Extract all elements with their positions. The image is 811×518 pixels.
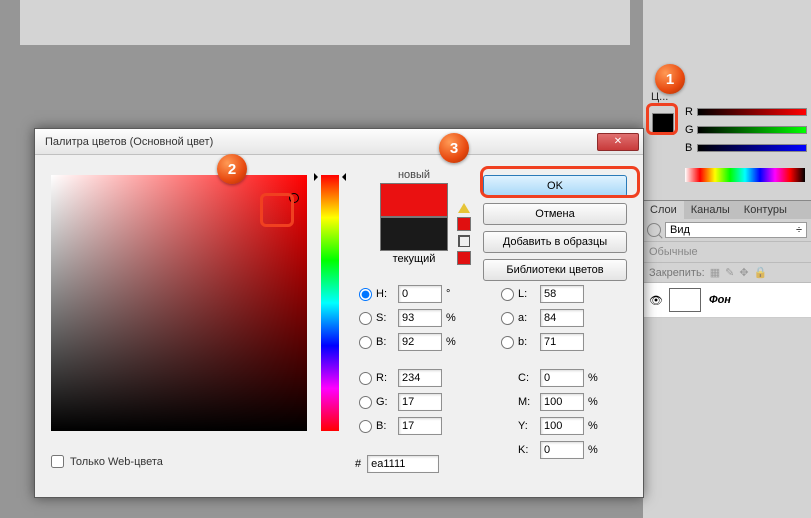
label-m: M:: [518, 396, 536, 408]
label-current: текущий: [359, 253, 469, 265]
slider-g[interactable]: [697, 126, 807, 134]
input-l[interactable]: [540, 285, 584, 303]
input-bv[interactable]: [398, 333, 442, 351]
right-panels: Ц... R G B Слои Каналы Контуры Вид ÷ Обыч…: [643, 0, 811, 518]
input-b[interactable]: [398, 417, 442, 435]
layer-thumb: [669, 288, 701, 312]
lock-brush-icon[interactable]: ✎: [725, 266, 734, 279]
filter-dropdown[interactable]: Вид ÷: [665, 222, 807, 238]
spectrum-strip[interactable]: [685, 168, 805, 182]
unit-s: %: [446, 312, 460, 324]
layer-row[interactable]: 👁 Фон: [643, 283, 811, 318]
radio-h[interactable]: [359, 288, 372, 301]
layers-panel: Слои Каналы Контуры Вид ÷ Обычные Закрепи…: [643, 200, 811, 318]
slider-label-r: R: [685, 106, 693, 118]
layer-name: Фон: [709, 294, 731, 306]
gamut-swatch[interactable]: [457, 217, 471, 231]
slider-label-b: B: [685, 142, 693, 154]
visibility-eye-icon[interactable]: 👁: [649, 294, 661, 306]
color-preview: новый текущий: [359, 169, 469, 265]
input-y[interactable]: [540, 417, 584, 435]
lock-pixels-icon[interactable]: ▦: [710, 266, 720, 279]
input-c[interactable]: [540, 369, 584, 387]
web-only-checkbox[interactable]: Только Web-цвета: [51, 455, 163, 468]
slider-r[interactable]: [697, 108, 807, 116]
lock-all-icon[interactable]: 🔒: [754, 266, 768, 279]
radio-g[interactable]: [359, 396, 372, 409]
swatch-new: [380, 183, 448, 217]
blend-mode[interactable]: Обычные: [643, 242, 811, 263]
input-g[interactable]: [398, 393, 442, 411]
unit-h: °: [446, 288, 460, 300]
color-picker-dialog: Палитра цветов (Основной цвет) ✕ новый т…: [34, 128, 644, 498]
label-k: K:: [518, 444, 536, 456]
slider-label-g: G: [685, 124, 693, 136]
chevron-down-icon: ÷: [796, 224, 802, 236]
cancel-button[interactable]: Отмена: [483, 203, 627, 225]
unit-m: %: [588, 396, 602, 408]
tab-paths[interactable]: Контуры: [737, 201, 794, 219]
hex-prefix: #: [355, 458, 361, 470]
add-to-swatches-button[interactable]: Добавить в образцы: [483, 231, 627, 253]
color-panel: Ц... R G B: [643, 88, 811, 106]
input-s[interactable]: [398, 309, 442, 327]
dialog-titlebar[interactable]: Палитра цветов (Основной цвет) ✕: [35, 129, 643, 155]
tab-channels[interactable]: Каналы: [684, 201, 737, 219]
input-a[interactable]: [540, 309, 584, 327]
label-h: H:: [376, 288, 394, 300]
label-lab-b: b:: [518, 336, 536, 348]
websafe-warning-icon[interactable]: [458, 235, 470, 247]
websafe-swatch[interactable]: [457, 251, 471, 265]
filter-dropdown-label: Вид: [670, 224, 690, 236]
input-lab-b[interactable]: [540, 333, 584, 351]
saturation-value-box[interactable]: [51, 175, 307, 431]
unit-c: %: [588, 372, 602, 384]
radio-b[interactable]: [359, 420, 372, 433]
radio-r[interactable]: [359, 372, 372, 385]
canvas-area: [20, 0, 630, 45]
lock-label: Закрепить:: [649, 267, 705, 279]
hue-strip[interactable]: [321, 175, 339, 431]
label-a: a:: [518, 312, 536, 324]
color-tab-label[interactable]: Ц...: [643, 88, 676, 106]
ok-button[interactable]: OK: [483, 175, 627, 197]
label-s: S:: [376, 312, 394, 324]
label-r: R:: [376, 372, 394, 384]
label-l: L:: [518, 288, 536, 300]
label-new: новый: [359, 169, 469, 181]
radio-a[interactable]: [501, 312, 514, 325]
label-c: C:: [518, 372, 536, 384]
label-y: Y:: [518, 420, 536, 432]
sv-cursor[interactable]: [289, 193, 299, 203]
close-button[interactable]: ✕: [597, 133, 639, 151]
input-r[interactable]: [398, 369, 442, 387]
label-b: B:: [376, 420, 394, 432]
unit-k: %: [588, 444, 602, 456]
lock-move-icon[interactable]: ✥: [739, 266, 748, 279]
slider-b[interactable]: [697, 144, 807, 152]
dialog-title: Палитра цветов (Основной цвет): [45, 136, 213, 148]
input-h[interactable]: [398, 285, 442, 303]
input-k[interactable]: [540, 441, 584, 459]
radio-l[interactable]: [501, 288, 514, 301]
input-m[interactable]: [540, 393, 584, 411]
web-only-input[interactable]: [51, 455, 64, 468]
hue-cursor[interactable]: [316, 173, 344, 179]
unit-bv: %: [446, 336, 460, 348]
gamut-warning-icon[interactable]: [458, 197, 470, 213]
input-hex[interactable]: [367, 455, 439, 473]
color-libraries-button[interactable]: Библиотеки цветов: [483, 259, 627, 281]
rgb-sliders: R G B: [685, 106, 807, 160]
label-g: G:: [376, 396, 394, 408]
label-bv: B:: [376, 336, 394, 348]
foreground-color-swatch[interactable]: [652, 113, 674, 135]
radio-lab-b[interactable]: [501, 336, 514, 349]
unit-y: %: [588, 420, 602, 432]
radio-bv[interactable]: [359, 336, 372, 349]
radio-s[interactable]: [359, 312, 372, 325]
filter-icon: [647, 223, 661, 237]
swatch-current[interactable]: [380, 217, 448, 251]
tab-layers[interactable]: Слои: [643, 201, 684, 219]
web-only-label: Только Web-цвета: [70, 456, 163, 468]
